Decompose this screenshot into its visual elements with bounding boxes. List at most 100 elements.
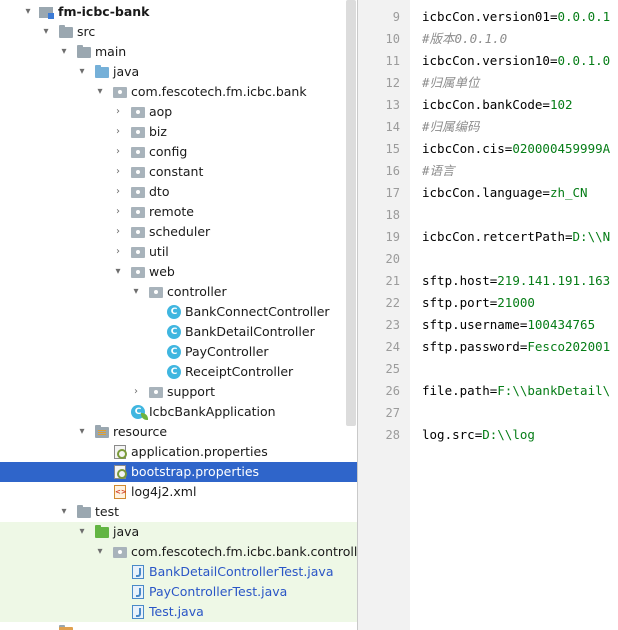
chevron-down-icon[interactable]: ▾	[130, 282, 142, 302]
tree-node-config[interactable]: › config	[0, 142, 357, 162]
code-line[interactable]: icbcCon.bankCode=102	[422, 94, 573, 116]
tree-node-class[interactable]: C PayController	[0, 342, 357, 362]
tree-node-constant[interactable]: › constant	[0, 162, 357, 182]
line-number: 21	[385, 274, 400, 288]
tree-node-test-file[interactable]: Test.java	[0, 602, 357, 622]
chevron-down-icon[interactable]: ▾	[76, 422, 88, 442]
code-line[interactable]: sftp.password=Fesco202001	[422, 336, 610, 358]
code-line[interactable]: #语言	[422, 160, 455, 182]
chevron-right-icon[interactable]: ›	[112, 102, 124, 122]
chevron-down-icon[interactable]: ▾	[76, 62, 88, 82]
chevron-down-icon[interactable]: ▾	[58, 502, 70, 522]
class-icon: C	[166, 365, 182, 379]
tree-node-remote[interactable]: › remote	[0, 202, 357, 222]
chevron-right-icon[interactable]: ›	[112, 122, 124, 142]
tree-node-test-file[interactable]: BankDetailControllerTest.java	[0, 562, 357, 582]
code-line[interactable]: #归属编码	[422, 116, 480, 138]
tree-node-class[interactable]: C BankDetailController	[0, 322, 357, 342]
tree-node-java[interactable]: ▾ java	[0, 62, 357, 82]
chevron-down-icon[interactable]: ▾	[40, 22, 52, 42]
chevron-down-icon[interactable]: ▾	[22, 2, 34, 22]
resource-folder-icon	[94, 425, 110, 439]
package-icon	[148, 385, 164, 399]
chevron-right-icon[interactable]: ›	[112, 182, 124, 202]
chevron-right-icon[interactable]: ›	[112, 162, 124, 182]
source-folder-icon	[94, 65, 110, 79]
code-line[interactable]: icbcCon.version10=0.0.1.0	[422, 50, 610, 72]
package-icon	[130, 265, 146, 279]
code-line[interactable]: sftp.port=21000	[422, 292, 535, 314]
chevron-right-icon[interactable]: ›	[112, 242, 124, 262]
tree-node-label: IcbcBankApplication	[149, 404, 276, 419]
tree-node-main[interactable]: ▾ main	[0, 42, 357, 62]
line-number: 24	[385, 340, 400, 354]
tree-node-biz[interactable]: › biz	[0, 122, 357, 142]
property-value: D:\\log	[482, 427, 535, 442]
tree-node-scheduler[interactable]: › scheduler	[0, 222, 357, 242]
code-line[interactable]: #版本0.0.1.0	[422, 28, 507, 50]
project-tree: ▾ fm-icbc-bank ▾ src ▾ main ▾ java ▾ com…	[0, 0, 357, 630]
property-key: sftp.password	[422, 339, 520, 354]
tree-node-application-class[interactable]: C IcbcBankApplication	[0, 402, 357, 422]
tree-node-file-selected[interactable]: bootstrap.properties	[0, 462, 357, 482]
tree-node-support[interactable]: › support	[0, 382, 357, 402]
code-line[interactable]: icbcCon.language=zh_CN	[422, 182, 588, 204]
chevron-down-icon[interactable]: ▾	[94, 82, 106, 102]
tree-node-file[interactable]: log4j2.xml	[0, 482, 357, 502]
chevron-down-icon[interactable]: ▾	[112, 262, 124, 282]
chevron-right-icon[interactable]: ›	[130, 382, 142, 402]
code-line[interactable]: icbcCon.cis=020000459999A	[422, 138, 610, 160]
code-line[interactable]: sftp.username=100434765	[422, 314, 595, 336]
property-value: 102	[549, 97, 573, 112]
tree-node-class[interactable]: C ReceiptController	[0, 362, 357, 382]
tree-scrollbar[interactable]	[346, 0, 356, 426]
tree-node-label: support	[167, 384, 215, 399]
code-line[interactable]: sftp.host=219.141.191.163	[422, 270, 610, 292]
class-icon: C	[166, 325, 182, 339]
chevron-down-icon[interactable]: ▾	[94, 542, 106, 562]
package-icon	[112, 545, 128, 559]
code-line[interactable]: #归属单位	[422, 72, 480, 94]
code-editor[interactable]: icbcCon.version01=0.0.0.1 #版本0.0.1.0 icbcC…	[410, 0, 618, 630]
property-value: 0.0.0.1	[557, 9, 611, 24]
line-number: 22	[385, 296, 400, 310]
tree-node-controller[interactable]: ▾ controller	[0, 282, 357, 302]
code-line[interactable]: icbcCon.version01=0.0.0.1	[422, 6, 610, 28]
tree-node-resource[interactable]: ▾ resource	[0, 422, 357, 442]
tree-node-test[interactable]: ▾ test	[0, 502, 357, 522]
chevron-down-icon[interactable]: ▾	[76, 522, 88, 542]
tree-node-partial[interactable]	[0, 622, 357, 630]
tree-node-test-package[interactable]: ▾ com.fescotech.fm.icbc.bank.controlle	[0, 542, 357, 562]
tree-node-aop[interactable]: › aop	[0, 102, 357, 122]
tree-node-web[interactable]: ▾ web	[0, 262, 357, 282]
tree-node-dto[interactable]: › dto	[0, 182, 357, 202]
folder-icon	[58, 25, 74, 39]
property-key: log.src	[422, 427, 475, 442]
tree-node-label: Test.java	[149, 604, 204, 619]
package-icon	[130, 145, 146, 159]
tree-node-label: util	[149, 244, 169, 259]
tree-node-src[interactable]: ▾ src	[0, 22, 357, 42]
package-icon	[130, 245, 146, 259]
chevron-right-icon[interactable]: ›	[112, 142, 124, 162]
tree-node-test-java[interactable]: ▾ java	[0, 522, 357, 542]
property-value: 21000	[497, 295, 535, 310]
tree-node-test-file[interactable]: PayControllerTest.java	[0, 582, 357, 602]
tree-node-file[interactable]: application.properties	[0, 442, 357, 462]
code-line[interactable]: file.path=F:\\bankDetail\	[422, 380, 610, 402]
chevron-right-icon[interactable]: ›	[112, 202, 124, 222]
tree-node-label: BankConnectController	[185, 304, 330, 319]
property-key: sftp.username	[422, 317, 520, 332]
tree-node-class[interactable]: C BankConnectController	[0, 302, 357, 322]
code-line[interactable]: icbcCon.retcertPath=D:\\N	[422, 226, 610, 248]
line-number: 15	[385, 142, 400, 156]
java-test-file-icon	[130, 605, 146, 619]
line-number: 10	[385, 32, 400, 46]
equals-sign: =	[542, 185, 550, 200]
chevron-down-icon[interactable]: ▾	[58, 42, 70, 62]
chevron-right-icon[interactable]: ›	[112, 222, 124, 242]
tree-node-package[interactable]: ▾ com.fescotech.fm.icbc.bank	[0, 82, 357, 102]
code-line[interactable]: log.src=D:\\log	[422, 424, 535, 446]
tree-node-root[interactable]: ▾ fm-icbc-bank	[0, 2, 357, 22]
tree-node-util[interactable]: › util	[0, 242, 357, 262]
